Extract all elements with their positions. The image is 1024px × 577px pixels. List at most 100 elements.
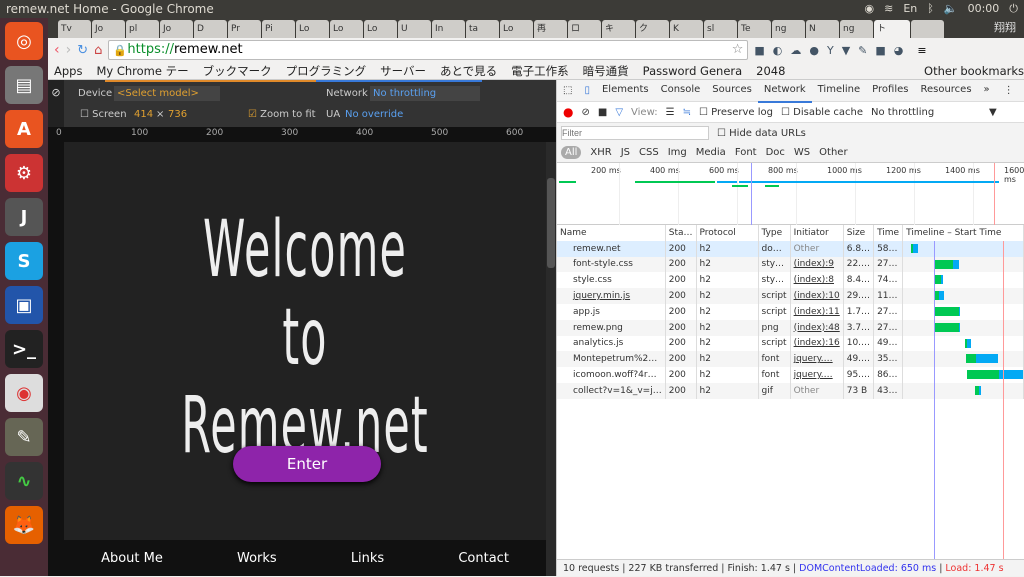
skype-icon[interactable]: S bbox=[5, 242, 43, 280]
type-filter[interactable]: Other bbox=[819, 147, 847, 158]
bookmark-star-icon[interactable]: ☆ bbox=[732, 41, 744, 59]
back-icon[interactable]: ‹ bbox=[54, 42, 60, 58]
bookmark-item[interactable]: ブックマーク bbox=[203, 62, 272, 79]
bookmark-item[interactable]: サーバー bbox=[380, 62, 426, 79]
type-filter[interactable]: Img bbox=[668, 147, 687, 158]
reload-icon[interactable]: ↻ bbox=[77, 43, 88, 58]
browser-tab[interactable]: D bbox=[194, 20, 227, 38]
browser-tab[interactable]: ト bbox=[874, 20, 910, 38]
type-filter[interactable]: All bbox=[561, 146, 582, 159]
column-header[interactable]: Size bbox=[843, 225, 875, 241]
more-icon[interactable]: ⋮ bbox=[996, 85, 1022, 96]
column-header[interactable]: Sta… bbox=[665, 225, 697, 241]
bookmark-item[interactable]: 2048 bbox=[756, 62, 785, 79]
browser-tab[interactable]: In bbox=[432, 20, 465, 38]
browser-tab[interactable]: K bbox=[670, 20, 703, 38]
network-overview[interactable]: 200 ms 400 ms 600 ms 800 ms 1000 ms 1200 ms 14… bbox=[557, 163, 1024, 225]
devtools-tab[interactable]: » bbox=[978, 79, 996, 103]
gimp-icon[interactable]: ✎ bbox=[5, 418, 43, 456]
devtools-tab[interactable]: Profiles bbox=[866, 79, 914, 103]
table-row[interactable]: icomoon.woff?4r… 200 h2 font jquery.… 95.… 86… bbox=[557, 367, 1024, 383]
column-header[interactable]: Time bbox=[873, 225, 904, 241]
filter-input[interactable] bbox=[561, 126, 709, 140]
ua-value[interactable]: No override bbox=[345, 109, 403, 120]
overview-icon[interactable]: ≒ bbox=[683, 107, 691, 118]
bookmark-item[interactable]: プログラミング bbox=[286, 62, 367, 79]
power-icon[interactable]: ⏻ bbox=[1009, 0, 1018, 18]
software-center-icon[interactable]: A bbox=[5, 110, 43, 148]
hide-data-urls-checkbox[interactable]: ☐ Hide data URLs bbox=[717, 128, 806, 139]
cell[interactable]: (index):16 bbox=[790, 335, 844, 352]
browser-tab[interactable]: Lo bbox=[330, 20, 363, 38]
preserve-log-checkbox[interactable]: ☐ Preserve log bbox=[699, 107, 773, 118]
cell[interactable]: (index):9 bbox=[790, 256, 844, 273]
forward-icon[interactable]: › bbox=[66, 42, 72, 58]
browser-tab[interactable]: Lo bbox=[296, 20, 329, 38]
browser-tab[interactable]: Pi bbox=[262, 20, 295, 38]
home-icon[interactable]: ⌂ bbox=[94, 43, 102, 58]
table-row[interactable]: collect?v=1&_v=j… 200 h2 gif Other 73 B 43… bbox=[557, 382, 1024, 399]
screen-checkbox[interactable]: ☐ Screen bbox=[80, 109, 127, 120]
browser-tab[interactable]: Te bbox=[738, 20, 771, 38]
zoom-to-fit-checkbox[interactable]: ☑ Zoom to fit bbox=[248, 109, 316, 120]
bluetooth-icon[interactable]: ᛒ bbox=[927, 0, 934, 18]
bookmark-item[interactable]: My Chrome テー bbox=[96, 62, 188, 79]
type-filter[interactable]: WS bbox=[794, 147, 810, 158]
cell[interactable]: jquery.… bbox=[790, 367, 844, 383]
browser-tab[interactable]: sl bbox=[704, 20, 737, 38]
system-monitor-icon[interactable]: ∿ bbox=[5, 462, 43, 500]
type-filter[interactable]: Media bbox=[696, 147, 726, 158]
column-header[interactable]: Initiator bbox=[790, 225, 844, 241]
filter-icon[interactable]: ▽ bbox=[615, 107, 623, 118]
bookmark-item[interactable]: Password Genera bbox=[643, 62, 743, 79]
browser-tab[interactable]: Lo bbox=[500, 20, 533, 38]
browser-tab[interactable]: Jo bbox=[160, 20, 193, 38]
browser-tab[interactable]: ta bbox=[466, 20, 499, 38]
table-row[interactable]: Montepetrum%2… 200 h2 font jquery.… 49.… 35… bbox=[557, 351, 1024, 368]
type-filter[interactable]: XHR bbox=[590, 147, 611, 158]
width-field[interactable]: 414 bbox=[134, 109, 153, 120]
table-row[interactable]: app.js 200 h2 script (index):11 1.7… 27… bbox=[557, 303, 1024, 320]
volume-icon[interactable]: 🔈 bbox=[944, 0, 958, 18]
type-filter[interactable]: CSS bbox=[639, 147, 659, 158]
disable-emulation-icon[interactable]: ⊘ bbox=[48, 80, 64, 127]
capture-screenshots-icon[interactable]: ■ bbox=[598, 107, 607, 118]
browser-tab[interactable]: ng bbox=[840, 20, 873, 38]
wifi-icon[interactable]: ≋ bbox=[884, 0, 893, 18]
devtools-tab[interactable]: Resources bbox=[914, 79, 977, 103]
bookmark-item[interactable]: Other bookmarks bbox=[924, 62, 1024, 79]
cell[interactable]: (index):48 bbox=[790, 319, 844, 336]
browser-tab[interactable]: Jo bbox=[92, 20, 125, 38]
network-select[interactable]: No throttling bbox=[370, 86, 480, 101]
browser-tab[interactable]: U bbox=[398, 20, 431, 38]
browser-tab[interactable]: N bbox=[806, 20, 839, 38]
devtools-tab[interactable]: Network bbox=[757, 79, 812, 103]
page-scrollbar[interactable] bbox=[546, 142, 556, 576]
virtualbox-icon[interactable]: ▣ bbox=[5, 286, 43, 324]
nav-link[interactable]: Works bbox=[237, 551, 277, 566]
url-input[interactable]: 🔒 https://remew.net ☆ bbox=[108, 40, 749, 60]
table-row[interactable]: style.css 200 h2 sty… (index):8 8.4… 74… bbox=[557, 272, 1024, 289]
column-header[interactable]: Timeline – Start Time bbox=[902, 225, 1024, 241]
intellij-icon[interactable]: J bbox=[5, 198, 43, 236]
files-icon[interactable]: ▤ bbox=[5, 66, 43, 104]
cell[interactable]: (index):8 bbox=[790, 272, 844, 289]
devtools-tab[interactable]: Timeline bbox=[812, 79, 867, 103]
height-field[interactable]: 736 bbox=[168, 109, 187, 120]
browser-tab[interactable]: ng bbox=[772, 20, 805, 38]
device-select[interactable]: <Select model> bbox=[114, 86, 220, 101]
table-row[interactable]: remew.png 200 h2 png (index):48 3.7… 27… bbox=[557, 319, 1024, 336]
table-row[interactable]: analytics.js 200 h2 script (index):16 10.… 49… bbox=[557, 335, 1024, 352]
nav-link[interactable]: Contact bbox=[458, 551, 509, 566]
devtools-tab[interactable]: Console bbox=[655, 79, 707, 103]
browser-tab[interactable] bbox=[911, 20, 944, 38]
clear-icon[interactable]: ⊘ bbox=[581, 107, 589, 118]
table-row[interactable]: font-style.css 200 h2 sty… (index):9 22.… 27… bbox=[557, 256, 1024, 273]
browser-tab[interactable]: pl bbox=[126, 20, 159, 38]
table-row[interactable]: remew.net 200 h2 do… Other 6.8… 58… bbox=[557, 240, 1024, 257]
menu-icon[interactable]: ≡ bbox=[917, 44, 926, 57]
dropdown-arrow-icon[interactable]: ▼ bbox=[989, 107, 997, 118]
ime-indicator[interactable]: 翔翔 bbox=[994, 18, 1016, 38]
cell[interactable]: Other bbox=[790, 382, 844, 399]
terminal-icon[interactable]: >_ bbox=[5, 330, 43, 368]
